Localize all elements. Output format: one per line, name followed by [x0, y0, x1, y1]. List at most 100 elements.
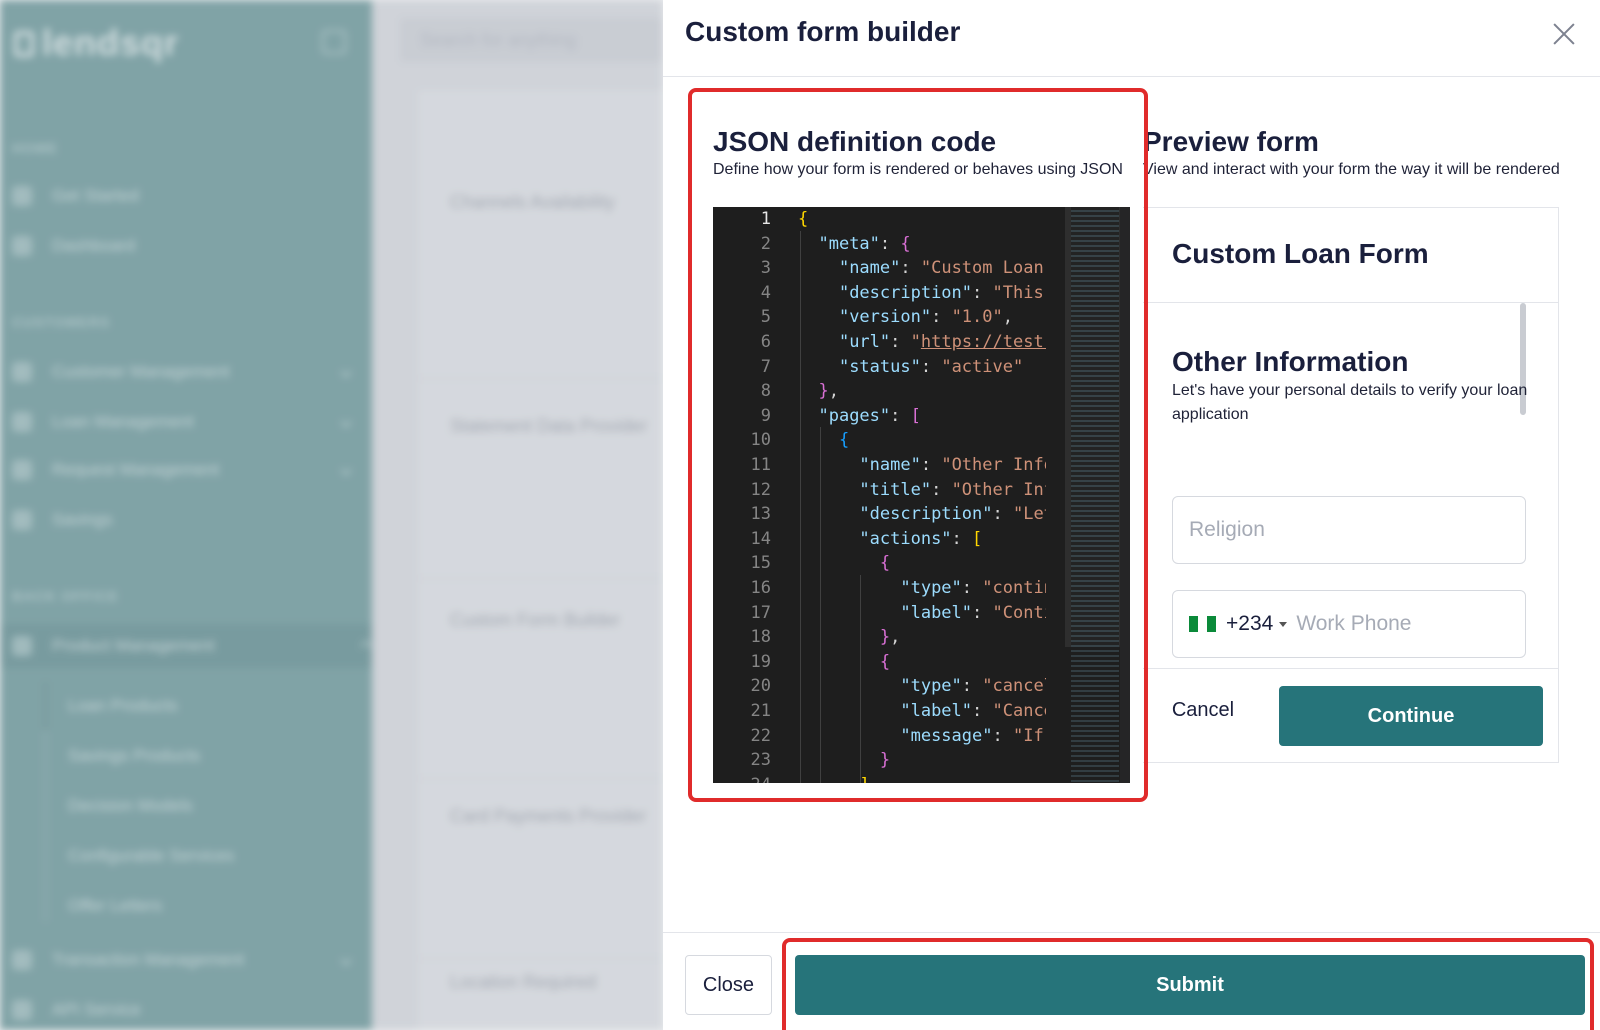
line-number-text: 13: [750, 504, 771, 525]
preview-section-title: Other Information: [1172, 346, 1409, 377]
code-line[interactable]: "description": "Let's: [798, 502, 1046, 527]
line-number: 22: [713, 724, 771, 749]
line-number: 13: [713, 502, 771, 527]
code-line[interactable]: {: [798, 650, 890, 675]
line-number-text: 14: [750, 528, 771, 549]
json-code-editor[interactable]: 123456789101112131415161718192021222324 …: [713, 207, 1130, 783]
code-line[interactable]: "message": "If yo: [798, 724, 1046, 749]
code-line[interactable]: }: [798, 748, 890, 773]
line-number-text: 18: [750, 627, 771, 648]
line-number-text: 11: [750, 455, 771, 475]
line-number: 12: [713, 478, 771, 503]
line-number: 9: [713, 404, 771, 429]
line-number-text: 15: [750, 553, 771, 574]
code-line[interactable]: "type": "continue: [798, 576, 1046, 601]
code-line[interactable]: {: [798, 551, 890, 576]
preview-form-panel: Preview form View and interact with your…: [1143, 112, 1563, 180]
line-number: 4: [713, 281, 771, 306]
line-number-text: 17: [750, 602, 771, 623]
code-line[interactable]: "type": "cancel",: [798, 674, 1046, 699]
line-number: 20: [713, 674, 771, 699]
json-panel-title: JSON definition code: [713, 126, 997, 157]
preview-form-title: Custom Loan Form: [1172, 238, 1429, 269]
code-line[interactable]: ]: [798, 773, 869, 783]
line-number: 5: [713, 305, 771, 330]
line-number: 3: [713, 256, 771, 281]
line-number-text: 3: [760, 258, 771, 279]
nigeria-flag-icon: [1189, 616, 1216, 632]
preview-cancel-button[interactable]: Cancel: [1149, 680, 1257, 740]
json-panel-description: Define how your form is rendered or beha…: [713, 161, 1123, 178]
code-line[interactable]: },: [798, 379, 839, 404]
code-line[interactable]: "meta": {: [798, 232, 910, 257]
code-line[interactable]: },: [798, 625, 901, 650]
line-number-text: 20: [750, 676, 771, 697]
line-number-text: 1: [760, 209, 771, 229]
line-number: 14: [713, 527, 771, 552]
editor-scrollbar[interactable]: [1120, 207, 1130, 783]
submit-button[interactable]: Submit: [795, 955, 1585, 1015]
modal-footer: Close Submit: [663, 932, 1600, 1030]
code-line[interactable]: {: [798, 428, 849, 453]
close-button[interactable]: Close: [685, 955, 772, 1015]
line-number-text: 8: [760, 381, 771, 402]
code-line[interactable]: "actions": [: [798, 527, 982, 552]
editor-minimap[interactable]: [1071, 207, 1119, 783]
line-number: 18: [713, 625, 771, 650]
line-number: 19: [713, 650, 771, 675]
code-line[interactable]: "label": "Cancel": [798, 699, 1046, 724]
work-phone-input[interactable]: +234 Work Phone: [1172, 590, 1526, 658]
religion-placeholder: Religion: [1189, 518, 1265, 541]
json-definition-panel: JSON definition code Define how your for…: [713, 112, 1133, 180]
line-number-text: 7: [760, 356, 771, 377]
code-line[interactable]: "label": "Continu: [798, 601, 1046, 626]
preview-continue-button[interactable]: Continue: [1279, 686, 1543, 746]
code-line[interactable]: "url": "https://test.ls: [798, 330, 1046, 355]
line-number-text: 19: [750, 651, 771, 672]
line-number-text: 22: [750, 725, 771, 746]
editor-gutter: 123456789101112131415161718192021222324: [713, 207, 783, 783]
modal-title: Custom form builder: [685, 16, 961, 47]
modal-header: Custom form builder: [663, 0, 1600, 77]
line-number-text: 9: [760, 405, 771, 426]
line-number: 10: [713, 428, 771, 453]
line-number: 16: [713, 576, 771, 601]
line-number: 17: [713, 601, 771, 626]
background-app: lendsqr HOME Get Started Dashboard CUSTO…: [0, 0, 663, 1030]
line-number: 1: [713, 207, 771, 232]
code-line[interactable]: "version": "1.0",: [798, 305, 1013, 330]
close-icon[interactable]: [1550, 20, 1578, 48]
code-line[interactable]: "status": "active": [798, 355, 1023, 380]
preview-panel-title: Preview form: [1143, 126, 1319, 157]
line-number-text: 23: [750, 750, 771, 771]
modal-backdrop[interactable]: [0, 0, 663, 1030]
line-number: 24: [713, 773, 771, 783]
code-line[interactable]: "description": "This is: [798, 281, 1046, 306]
preview-form-container: Custom Loan Form Other Information Let's…: [1143, 207, 1559, 763]
line-number-text: 12: [750, 479, 771, 500]
editor-code-area[interactable]: { "meta": { "name": "Custom Loan Form", …: [798, 207, 1046, 783]
preview-panel-description: View and interact with your form the way…: [1143, 161, 1560, 178]
line-number: 15: [713, 551, 771, 576]
caret-down-icon[interactable]: [1279, 621, 1288, 627]
code-line[interactable]: {: [798, 207, 808, 232]
code-line[interactable]: "title": "Other Infor: [798, 478, 1046, 503]
line-number: 8: [713, 379, 771, 404]
line-number: 23: [713, 748, 771, 773]
line-number: 7: [713, 355, 771, 380]
line-number: 11: [713, 453, 771, 478]
preview-divider: [1143, 668, 1558, 669]
code-line[interactable]: "name": "Other Inform: [798, 453, 1046, 478]
line-number-text: 16: [750, 578, 771, 598]
code-line[interactable]: "pages": [: [798, 404, 920, 429]
line-number-text: 6: [760, 332, 771, 352]
religion-input[interactable]: Religion: [1172, 496, 1526, 564]
line-number: 2: [713, 232, 771, 257]
line-number-text: 24: [751, 773, 771, 783]
work-phone-placeholder: Work Phone: [1296, 612, 1412, 635]
line-number: 6: [713, 330, 771, 355]
country-code[interactable]: +234: [1226, 612, 1273, 636]
line-number-text: 5: [760, 307, 771, 328]
code-line[interactable]: "name": "Custom Loan Form",: [798, 256, 1046, 281]
line-number-text: 21: [750, 701, 771, 721]
